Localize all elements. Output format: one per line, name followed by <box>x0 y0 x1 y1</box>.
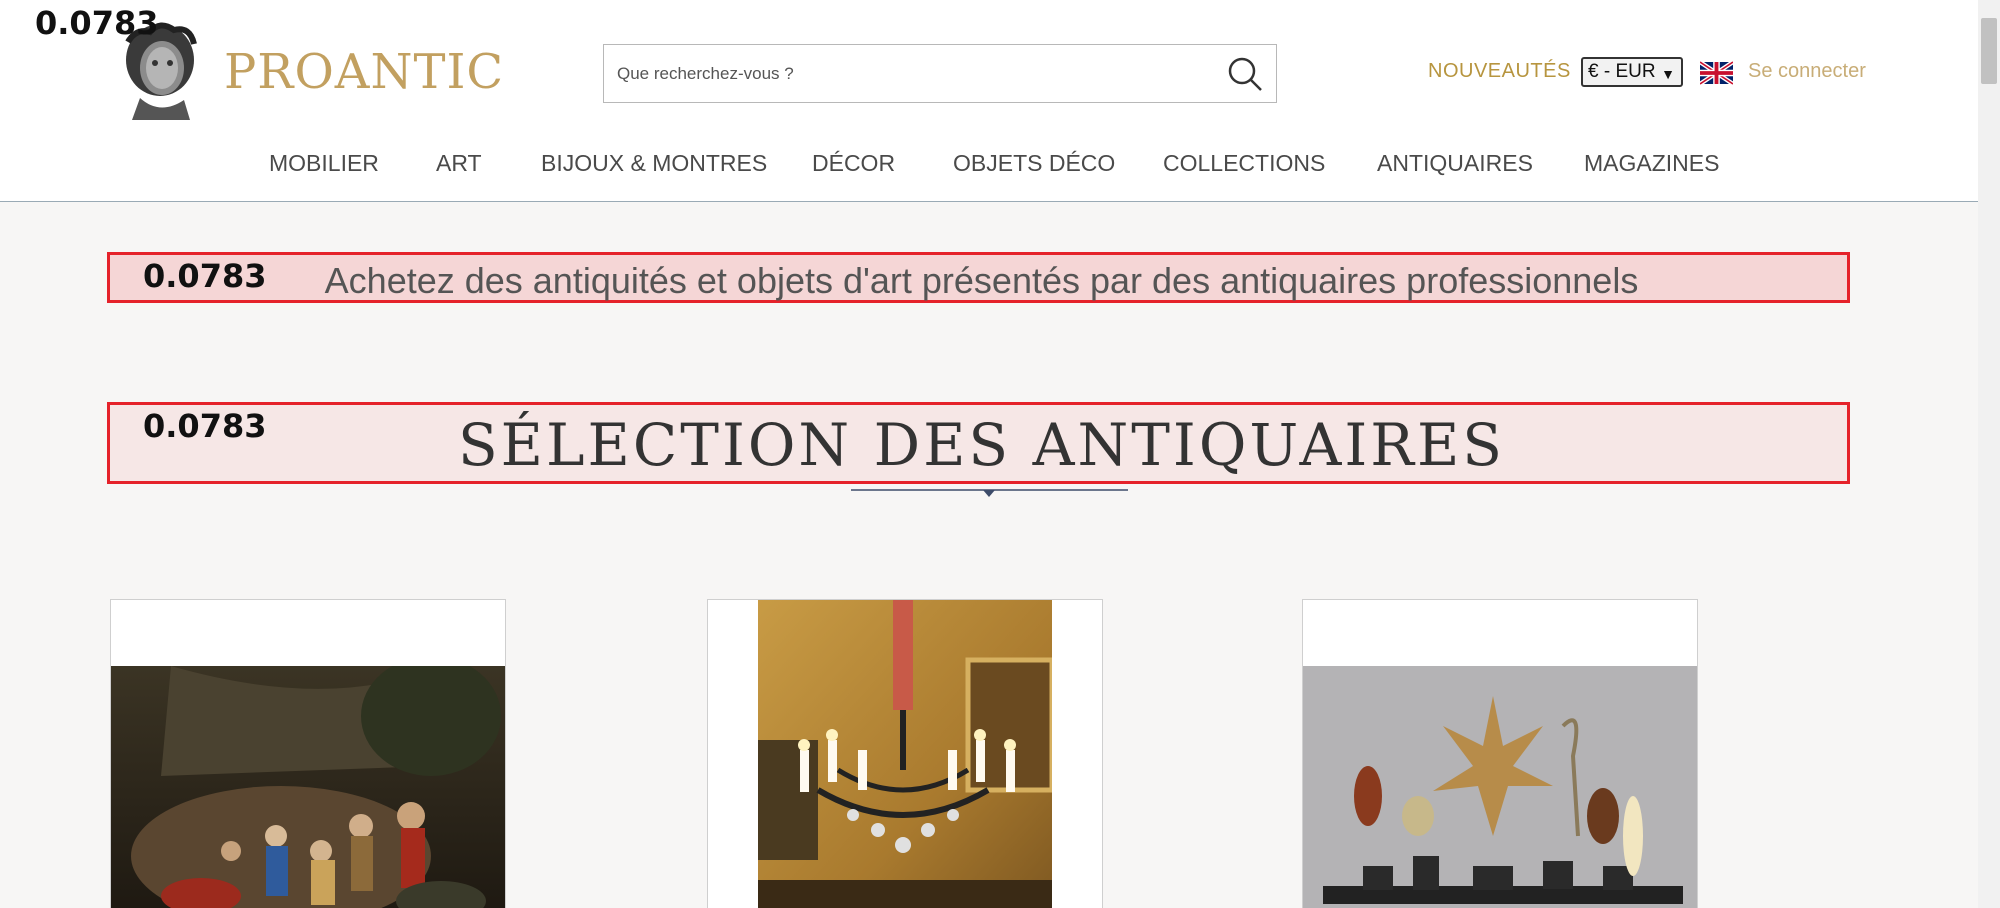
section-title: SÉLECTION DES ANTIQUAIRES <box>457 411 1506 479</box>
score-label: 0.0783 <box>35 4 159 42</box>
title-divider <box>851 489 1128 497</box>
nav-item-decor[interactable]: DÉCOR <box>812 150 895 177</box>
chevron-down-icon: ▼ <box>1661 66 1675 82</box>
page-tagline: Achetez des antiquités et objets d'art p… <box>324 260 1639 301</box>
page-scrollbar[interactable] <box>1978 0 2000 908</box>
nav-item-collections[interactable]: COLLECTIONS <box>1163 150 1325 177</box>
nav-item-mobilier[interactable]: MOBILIER <box>269 150 379 177</box>
main-nav: MOBILIER ART BIJOUX & MONTRES DÉCOR OBJE… <box>0 150 1978 180</box>
nav-item-magazines[interactable]: MAGAZINES <box>1584 150 1719 177</box>
score-label: 0.0783 <box>143 407 267 445</box>
currency-selected-value: € - EUR <box>1588 61 1656 82</box>
nav-item-bijoux-montres[interactable]: BIJOUX & MONTRES <box>541 150 767 177</box>
score-label: 0.0783 <box>143 257 267 295</box>
nav-item-antiquaires[interactable]: ANTIQUAIRES <box>1377 150 1533 177</box>
product-image-curiosities <box>1303 666 1697 908</box>
nav-item-art[interactable]: ART <box>436 150 482 177</box>
login-link[interactable]: Se connecter <box>1748 60 1866 83</box>
scrollbar-thumb[interactable] <box>1981 18 1997 84</box>
nav-item-objets-deco[interactable]: OBJETS DÉCO <box>953 150 1115 177</box>
product-card[interactable] <box>1302 599 1698 908</box>
product-image-painting <box>111 666 505 908</box>
tagline-highlight: 0.0783 Achetez des antiquités et objets … <box>107 252 1850 303</box>
product-image-chandelier <box>758 600 1052 908</box>
site-header: 0.0783 PROANTIC NOUVEAUTÉS € - EUR ▼ Se … <box>0 0 1978 202</box>
section-title-highlight: 0.0783 SÉLECTION DES ANTIQUAIRES <box>107 402 1850 484</box>
uk-flag-icon[interactable] <box>1700 61 1733 85</box>
product-card[interactable] <box>707 599 1103 908</box>
search-box <box>603 44 1277 103</box>
currency-select[interactable]: € - EUR ▼ <box>1581 57 1683 87</box>
nouveautes-link[interactable]: NOUVEAUTÉS <box>1428 60 1571 83</box>
search-input[interactable] <box>604 45 1204 102</box>
product-card[interactable] <box>110 599 506 908</box>
search-icon[interactable] <box>1226 55 1264 93</box>
logo-text[interactable]: PROANTIC <box>224 44 504 100</box>
